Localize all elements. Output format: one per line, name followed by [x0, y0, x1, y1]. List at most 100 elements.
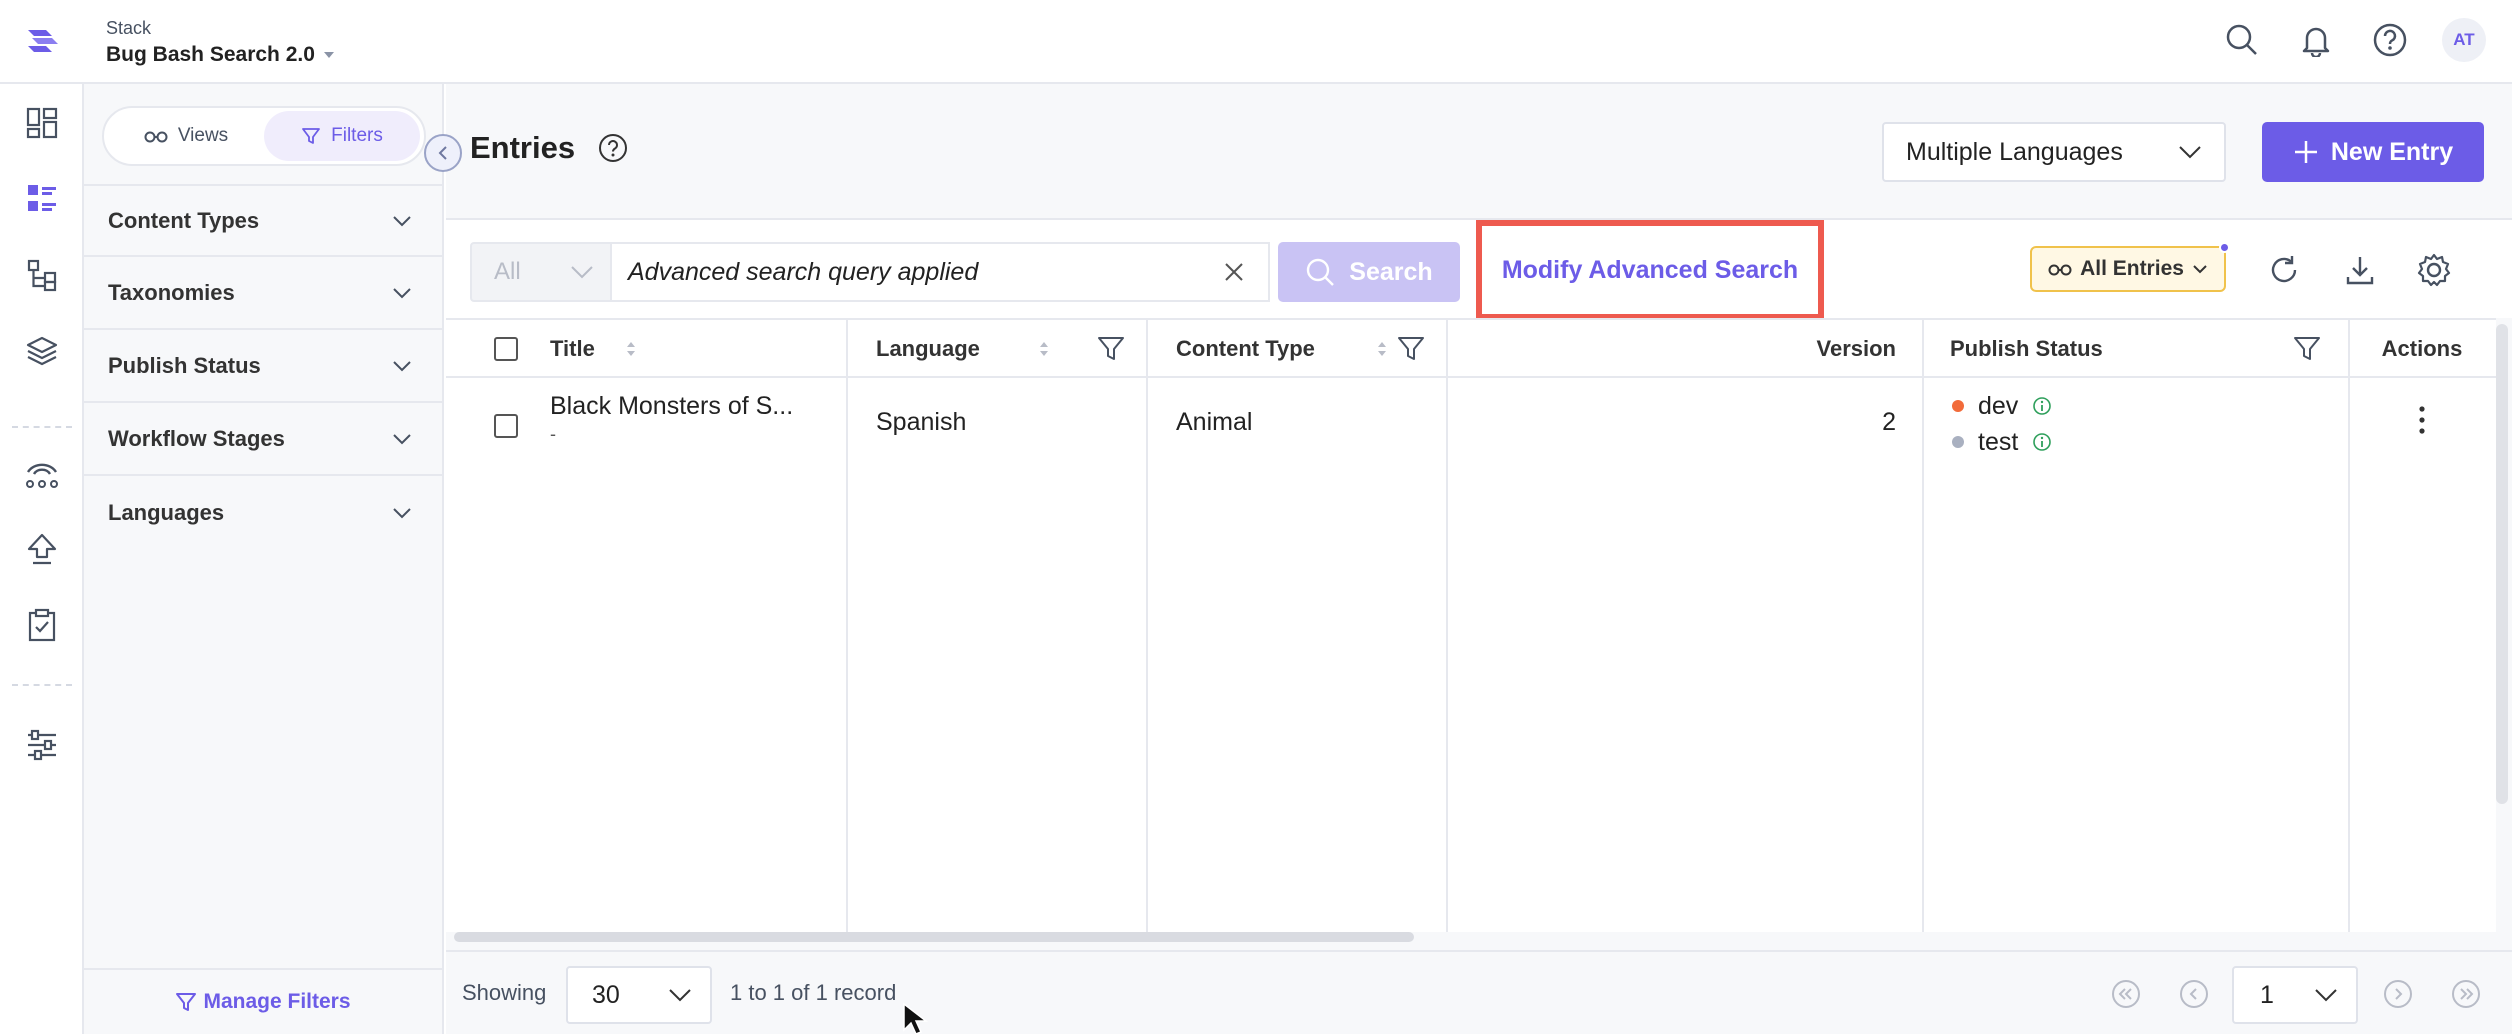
- modify-advanced-search-link[interactable]: Modify Advanced Search: [1476, 220, 1824, 320]
- entry-title[interactable]: Black Monsters of S...: [550, 392, 793, 421]
- filter-icon: [176, 993, 197, 1011]
- settings-icon[interactable]: [21, 724, 63, 766]
- chevron-down-icon: [571, 266, 593, 279]
- filter-icon[interactable]: [2292, 334, 2322, 364]
- sort-icon[interactable]: [1376, 339, 1388, 359]
- chevron-right-icon: [2384, 980, 2412, 1008]
- entry-subtitle: -: [550, 424, 556, 444]
- last-page-button[interactable]: [2448, 976, 2484, 1012]
- deploy-icon[interactable]: [21, 528, 63, 570]
- export-icon[interactable]: [2338, 248, 2382, 292]
- glasses-icon: [2048, 264, 2072, 276]
- language-select[interactable]: Multiple Languages: [1882, 122, 2226, 182]
- new-entry-button[interactable]: New Entry: [2262, 122, 2484, 182]
- tab-views[interactable]: Views: [108, 111, 264, 161]
- mouse-cursor-icon: [902, 1002, 932, 1034]
- entries-icon[interactable]: [21, 178, 63, 220]
- filter-label: Taxonomies: [108, 279, 235, 305]
- avatar[interactable]: AT: [2442, 18, 2486, 62]
- search-input-value: Advanced search query applied: [628, 257, 979, 286]
- chevron-down-icon: [393, 360, 411, 371]
- filter-icon: [302, 128, 321, 144]
- column-publish-status-label: Publish Status: [1950, 336, 2103, 361]
- contentstack-logo-icon[interactable]: [22, 20, 64, 62]
- first-page-button[interactable]: [2108, 976, 2144, 1012]
- collapse-sidebar-button[interactable]: [424, 134, 462, 172]
- gear-icon[interactable]: [2412, 248, 2456, 292]
- page-title-text: Entries: [470, 130, 576, 165]
- filter-icon[interactable]: [1096, 334, 1126, 364]
- all-entries-view-select[interactable]: All Entries: [2030, 242, 2230, 292]
- entry-language: Spanish: [876, 408, 967, 436]
- manage-filters-button[interactable]: Manage Filters: [84, 968, 442, 1034]
- chevron-down-icon: [2179, 146, 2201, 159]
- vertical-scrollbar[interactable]: [2496, 324, 2508, 804]
- assets-icon[interactable]: [21, 330, 63, 372]
- column-publish-status[interactable]: Publish Status: [1950, 320, 2322, 378]
- filter-list: Content Types Taxonomies Publish Status …: [84, 184, 442, 549]
- language-select-value: Multiple Languages: [1906, 137, 2123, 166]
- per-page-select[interactable]: 30: [566, 966, 712, 1024]
- bell-icon[interactable]: [2294, 18, 2338, 62]
- search-icon[interactable]: [2220, 18, 2264, 62]
- search-toolbar: All Advanced search query applied Search…: [446, 218, 2512, 320]
- modify-advanced-search-label: Modify Advanced Search: [1501, 255, 1799, 284]
- filter-label: Workflow Stages: [108, 425, 285, 451]
- filter-workflow-stages[interactable]: Workflow Stages: [84, 403, 442, 476]
- search-icon: [1307, 258, 1335, 286]
- row-actions-menu[interactable]: [2408, 404, 2436, 436]
- filter-languages[interactable]: Languages: [84, 476, 442, 549]
- chevron-down-icon: [393, 215, 411, 226]
- filter-label: Content Types: [108, 207, 260, 233]
- search-button[interactable]: Search: [1278, 242, 1460, 302]
- content-models-icon[interactable]: [21, 254, 63, 296]
- sort-icon[interactable]: [625, 339, 637, 359]
- chevron-down-icon: [669, 989, 691, 1002]
- tab-filters-label: Filters: [331, 125, 383, 146]
- column-actions-label: Actions: [2381, 336, 2463, 361]
- sort-icon[interactable]: [1038, 339, 1050, 359]
- left-rail: [0, 84, 84, 1034]
- horizontal-scrollbar[interactable]: [454, 932, 1414, 942]
- info-icon[interactable]: [2032, 396, 2052, 416]
- column-version: Version: [1446, 320, 1896, 378]
- page-select[interactable]: 1: [2232, 966, 2358, 1024]
- filter-content-types[interactable]: Content Types: [84, 184, 442, 257]
- filter-icon[interactable]: [1396, 334, 1426, 364]
- chevron-down-icon: [393, 287, 411, 298]
- double-chevron-right-icon: [2452, 980, 2480, 1008]
- select-all-checkbox[interactable]: [494, 337, 518, 361]
- chevron-down-icon: [2193, 265, 2207, 274]
- refresh-icon[interactable]: [2262, 248, 2306, 292]
- stack-selector[interactable]: Bug Bash Search 2.0: [106, 43, 335, 67]
- close-icon[interactable]: [1224, 262, 1244, 282]
- info-icon[interactable]: [2032, 432, 2052, 452]
- tab-filters[interactable]: Filters: [264, 111, 420, 161]
- next-page-button[interactable]: [2380, 976, 2416, 1012]
- entry-version: 2: [1882, 408, 1896, 436]
- filter-taxonomies[interactable]: Taxonomies: [84, 257, 442, 330]
- status-dot: [1952, 436, 1964, 448]
- column-title-label: Title: [550, 336, 595, 361]
- top-header: Stack Bug Bash Search 2.0 AT: [0, 0, 2512, 84]
- dashboard-icon[interactable]: [21, 102, 63, 144]
- column-content-type[interactable]: Content Type: [1176, 320, 1426, 378]
- search-button-label: Search: [1349, 257, 1433, 286]
- manage-filters-label: Manage Filters: [203, 990, 351, 1013]
- stack-name: Bug Bash Search 2.0: [106, 43, 315, 66]
- env-name: dev: [1978, 391, 2019, 420]
- releases-icon[interactable]: [21, 452, 63, 494]
- tasks-icon[interactable]: [21, 604, 63, 646]
- search-input[interactable]: Advanced search query applied: [610, 242, 1270, 302]
- filter-publish-status[interactable]: Publish Status: [84, 330, 442, 403]
- column-language[interactable]: Language: [876, 320, 1126, 378]
- previous-page-button[interactable]: [2176, 976, 2212, 1012]
- row-checkbox[interactable]: [494, 414, 518, 438]
- chevron-down-icon: [393, 507, 411, 518]
- search-scope-select[interactable]: All: [470, 242, 614, 302]
- help-icon[interactable]: [597, 132, 629, 164]
- column-version-label: Version: [1816, 336, 1896, 361]
- help-icon[interactable]: [2368, 18, 2412, 62]
- entry-content-type: Animal: [1176, 408, 1253, 436]
- column-title[interactable]: Title: [550, 320, 637, 378]
